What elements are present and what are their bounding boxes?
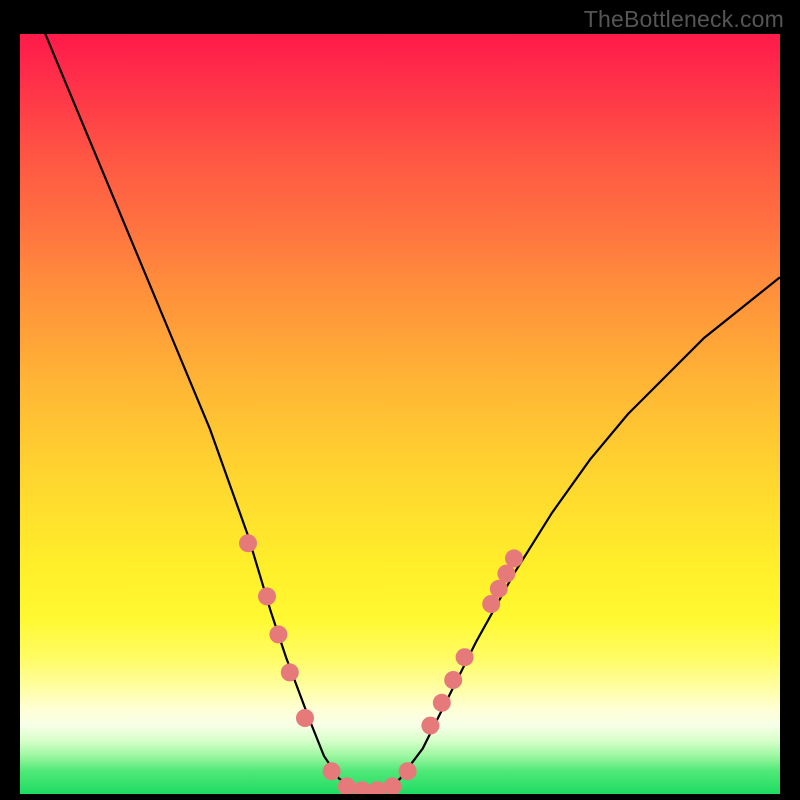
curve-marker (353, 781, 371, 794)
curve-marker (296, 709, 314, 727)
curve-marker (444, 671, 462, 689)
curve-marker (323, 762, 341, 780)
curve-marker (399, 762, 417, 780)
curve-marker (456, 648, 474, 666)
chart-frame (20, 34, 780, 794)
bottleneck-curve (20, 34, 780, 790)
curve-marker (505, 549, 523, 567)
curve-marker (281, 663, 299, 681)
curve-marker (433, 694, 451, 712)
curve-markers (239, 534, 523, 794)
curve-marker (239, 534, 257, 552)
attribution-text: TheBottleneck.com (584, 6, 784, 33)
curve-marker (258, 587, 276, 605)
curve-marker (421, 717, 439, 735)
curve-marker (269, 625, 287, 643)
chart-svg (20, 34, 780, 794)
